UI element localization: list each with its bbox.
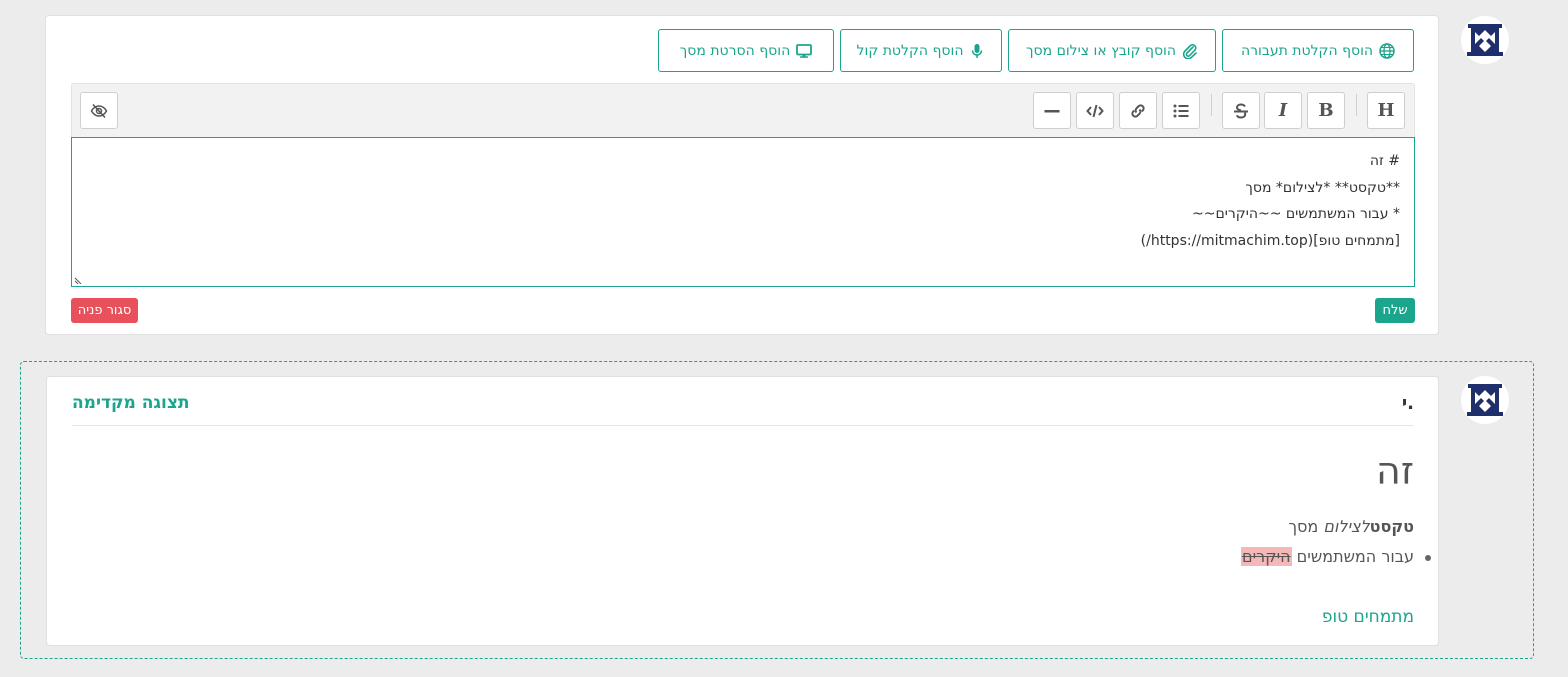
text-line: **טקסט** *לצילום* מסך [1245, 179, 1400, 196]
preview-plain-text: מסך [1288, 517, 1324, 536]
editor-card: הוסף הקלטת תעבורה הוסף קובץ או צילום מסך… [45, 15, 1439, 335]
preview-link[interactable]: מתמחים טופ [1322, 607, 1414, 627]
bullet-icon [1425, 555, 1431, 561]
toolbar-divider [1356, 94, 1357, 116]
horizontal-rule-icon [1044, 109, 1060, 112]
send-label: שלח [1382, 303, 1408, 318]
eye-slash-icon [90, 103, 108, 118]
logo-icon [1462, 17, 1508, 63]
close-ticket-button[interactable]: סגור פניה [71, 298, 138, 323]
preview-author: י. [1401, 393, 1414, 414]
preview-heading: זה [1376, 449, 1414, 493]
add-screen-recording-button[interactable]: הוסף הסרטת מסך [658, 29, 834, 72]
text-line: # זה [1369, 153, 1400, 169]
italic-glyph: I [1278, 100, 1288, 121]
add-file-label: הוסף קובץ או צילום מסך [1026, 42, 1176, 59]
heading-glyph: H [1377, 100, 1395, 121]
bold-button[interactable]: B [1307, 92, 1345, 129]
editor-toolbar: H B I [71, 83, 1415, 137]
heading-button[interactable]: H [1367, 92, 1405, 129]
preview-card: י. תצוגה מקדימה זה טקסטלצילום מסך עבור ה… [46, 376, 1439, 646]
resize-handle-icon[interactable] [74, 276, 82, 284]
preview-bold-text: טקסט [1369, 517, 1414, 536]
preview-label: תצוגה מקדימה [72, 393, 190, 413]
add-voice-recording-label: הוסף הקלטת קול [856, 42, 964, 59]
add-file-button[interactable]: הוסף קובץ או צילום מסך [1008, 29, 1216, 72]
add-voice-recording-button[interactable]: הוסף הקלטת קול [840, 29, 1002, 72]
user-avatar [1461, 16, 1509, 64]
add-traffic-recording-button[interactable]: הוסף הקלטת תעבורה [1222, 29, 1414, 72]
preview-strikethrough-text: היקרים [1240, 547, 1292, 566]
code-icon [1086, 104, 1104, 117]
italic-button[interactable]: I [1264, 92, 1302, 129]
strikethrough-icon [1234, 102, 1248, 119]
preview-paragraph: טקסטלצילום מסך [1288, 517, 1414, 536]
globe-icon [1379, 42, 1395, 59]
bold-glyph: B [1318, 100, 1334, 121]
text-line: [מתמחים טופ](https://mitmachim.top/) [1140, 232, 1400, 249]
send-button[interactable]: שלח [1375, 298, 1415, 323]
preview-italic-text: לצילום [1323, 517, 1370, 536]
link-icon [1131, 103, 1145, 118]
message-textarea[interactable]: # זה **טקסט** *לצילום* מסך * עבור המשתמש… [71, 137, 1415, 287]
strikethrough-button[interactable] [1222, 92, 1260, 129]
microphone-icon [972, 43, 983, 58]
preview-list-item: עבור המשתמשים היקרים [1240, 547, 1431, 566]
list-icon [1173, 104, 1189, 117]
add-traffic-recording-label: הוסף הקלטת תעבורה [1240, 42, 1374, 59]
link-button[interactable] [1119, 92, 1157, 129]
close-ticket-label: סגור פניה [77, 303, 132, 318]
code-button[interactable] [1076, 92, 1114, 129]
add-screen-recording-label: הוסף הסרטת מסך [679, 42, 791, 59]
paperclip-icon [1182, 43, 1197, 59]
monitor-icon [796, 43, 813, 58]
preview-divider [72, 425, 1414, 426]
preview-list-text: עבור המשתמשים [1291, 547, 1414, 566]
bullet-list-button[interactable] [1162, 92, 1200, 129]
toggle-preview-button[interactable] [80, 92, 118, 129]
text-line: * עבור המשתמשים ~~היקרים~~ [1191, 206, 1400, 222]
toolbar-divider [1211, 94, 1212, 116]
horizontal-rule-button[interactable] [1033, 92, 1071, 129]
